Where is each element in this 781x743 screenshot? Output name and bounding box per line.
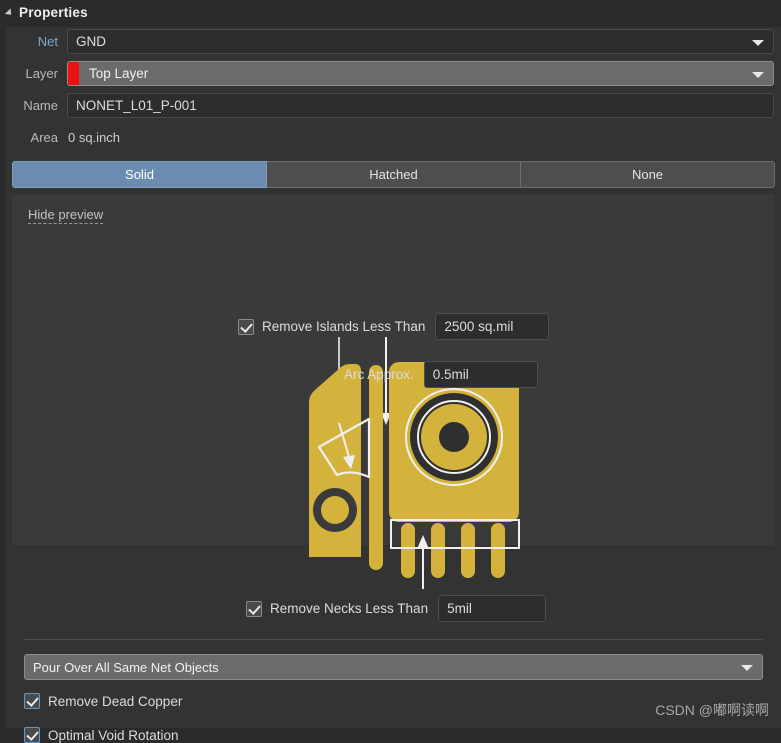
field-row-net: Net GND [6,27,781,54]
area-label: Area [30,130,58,145]
tab-none[interactable]: None [521,161,775,188]
name-label: Name [23,98,58,113]
optimal-void-rotation-row[interactable]: Optimal Void Rotation [24,727,179,743]
remove-islands-checkbox[interactable] [238,318,254,335]
net-dropdown[interactable]: GND [67,29,774,54]
net-label: Net [37,34,58,49]
arc-approx-input[interactable]: 0.5mil [423,361,538,388]
remove-islands-value: 2500 sq.mil [444,319,514,334]
field-row-area: Area 0 sq.inch [6,123,781,150]
name-value: NONET_L01_P-001 [76,98,197,113]
remove-necks-value: 5mil [447,601,472,616]
section-divider [24,639,763,640]
triangle-collapse-icon[interactable] [4,7,15,18]
optimal-void-rotation-checkbox[interactable] [24,727,40,743]
remove-necks-checkbox[interactable] [246,600,262,617]
remove-islands-row: Remove Islands Less Than 2500 sq.mil [238,313,550,340]
remove-dead-copper-row[interactable]: Remove Dead Copper [24,693,182,709]
hide-preview-link[interactable]: Hide preview [28,207,104,224]
tab-solid[interactable]: Solid [12,161,267,188]
layer-color-swatch [68,62,79,85]
page-title: Properties [19,5,88,20]
layer-dropdown[interactable]: Top Layer [67,61,774,86]
arc-approx-value: 0.5mil [432,367,469,382]
net-value: GND [76,34,106,49]
name-input[interactable]: NONET_L01_P-001 [67,93,774,118]
remove-dead-copper-label: Remove Dead Copper [48,693,183,709]
tab-hatched[interactable]: Hatched [267,161,521,188]
properties-panel-header[interactable]: Properties [0,0,781,25]
fill-mode-tabs: Solid Hatched None [12,161,775,188]
remove-dead-copper-checkbox[interactable] [24,693,40,709]
arc-approx-row: Arc Approx. 0.5mil [344,361,538,388]
optimal-void-rotation-label: Optimal Void Rotation [48,727,179,743]
area-value: 0 sq.inch [68,130,121,145]
pour-mode-dropdown[interactable]: Pour Over All Same Net Objects [24,654,763,680]
properties-body: Net GND Layer Top Layer Name NONET_L01_P… [6,27,781,743]
layer-label: Layer [25,66,58,81]
chevron-down-icon[interactable] [752,39,764,46]
layer-value: Top Layer [89,66,149,81]
field-row-name: Name NONET_L01_P-001 [6,91,781,118]
remove-islands-label: Remove Islands Less Than [262,319,426,334]
arc-approx-label: Arc Approx. [344,367,414,382]
remove-necks-input[interactable]: 5mil [438,595,547,622]
chevron-down-icon[interactable] [741,665,753,671]
field-row-layer: Layer Top Layer [6,59,781,86]
remove-islands-input[interactable]: 2500 sq.mil [435,313,550,340]
watermark: CSDN @嘟啊读啊 [655,702,769,718]
remove-necks-label: Remove Necks Less Than [270,601,429,616]
remove-necks-row: Remove Necks Less Than 5mil [246,595,547,622]
chevron-down-icon[interactable] [752,71,764,78]
pour-mode-value: Pour Over All Same Net Objects [33,659,219,675]
